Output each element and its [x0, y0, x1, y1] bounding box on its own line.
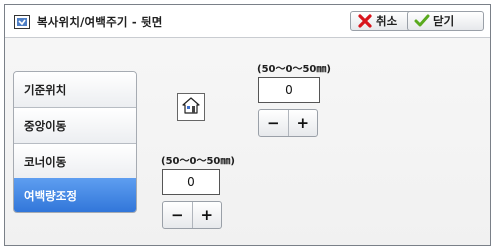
close-button[interactable]: 닫기 — [407, 11, 484, 31]
tab-label: 기준위치 — [24, 82, 67, 97]
vertical-value-field[interactable]: 0 — [258, 77, 320, 103]
tab-corner-shift[interactable]: 코너이동 — [14, 144, 136, 180]
red-x-icon — [357, 14, 373, 28]
document-icon — [14, 14, 30, 29]
tab-reference-position[interactable]: 기준위치 — [14, 72, 136, 108]
horizontal-plus-button[interactable]: + — [191, 202, 222, 228]
house-icon — [182, 96, 200, 118]
tab-label: 중앙이동 — [24, 118, 67, 133]
vertical-plus-button[interactable]: + — [287, 110, 318, 136]
vertical-minus-button[interactable]: − — [259, 110, 288, 136]
cancel-label: 취소 — [376, 14, 398, 28]
mode-tab-group: 기준위치 중앙이동 코너이동 여백량조정 — [13, 71, 137, 213]
tab-margin-adjust[interactable]: 여백량조정 — [14, 178, 136, 212]
horizontal-value-field[interactable]: 0 — [162, 169, 220, 195]
title-bar: 복사위치/여백주기 - 뒷면 취소 닫기 — [5, 5, 490, 38]
close-label: 닫기 — [433, 14, 455, 28]
window-title: 복사위치/여백주기 - 뒷면 — [37, 15, 163, 29]
horizontal-minus-button[interactable]: − — [163, 202, 192, 228]
horizontal-stepper: − + — [162, 201, 222, 229]
tab-label: 여백량조정 — [24, 189, 77, 203]
horizontal-range-label: (50～0～50㎜) — [161, 156, 235, 167]
dialog-panel: 복사위치/여백주기 - 뒷면 취소 닫기 기준위치 중앙이동 코너이동 여백량조… — [4, 4, 491, 246]
vertical-stepper: − + — [258, 109, 318, 137]
tab-center-shift[interactable]: 중앙이동 — [14, 108, 136, 144]
vertical-range-label: (50～0～50㎜) — [257, 64, 331, 75]
home-position-button[interactable] — [177, 93, 205, 121]
tab-label: 코너이동 — [24, 154, 67, 169]
green-check-icon — [414, 14, 430, 28]
